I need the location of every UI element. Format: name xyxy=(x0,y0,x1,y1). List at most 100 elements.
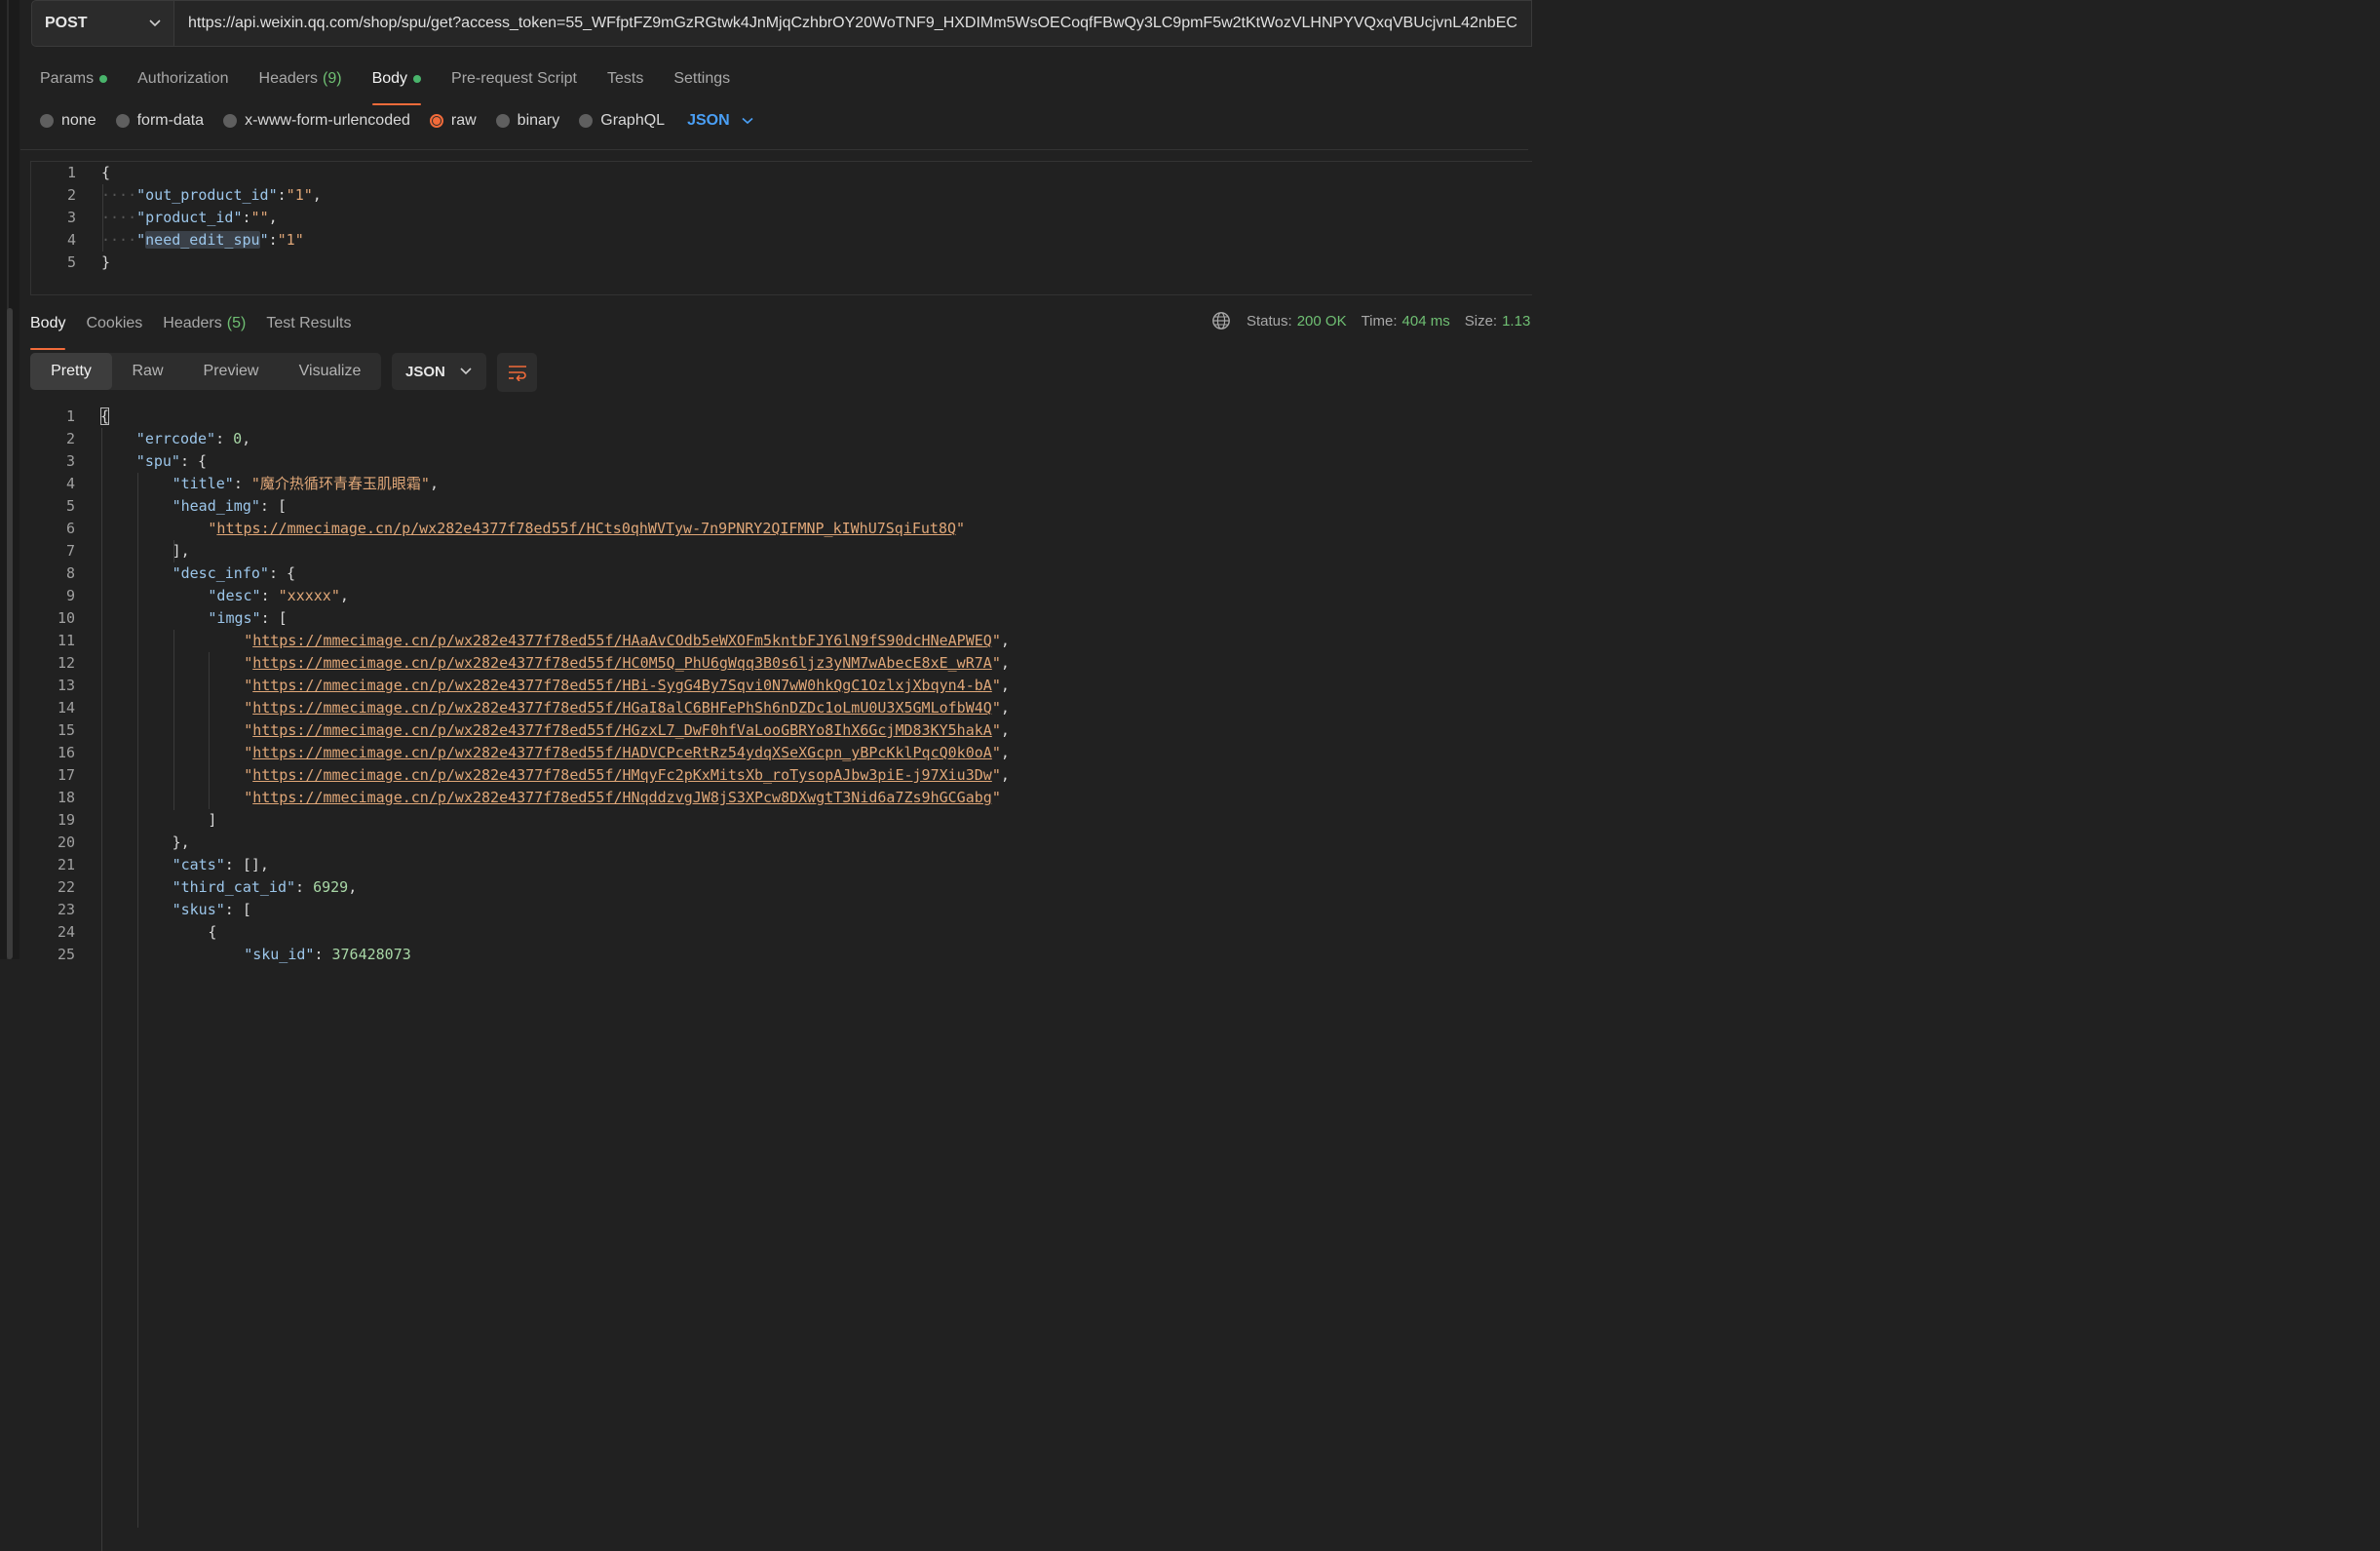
code-line: 1{ xyxy=(30,406,1528,428)
url-link[interactable]: https://mmecimage.cn/p/wx282e4377f78ed55… xyxy=(216,520,956,537)
code-line: 9 "desc": "xxxxx", xyxy=(30,585,1528,607)
radio-binary[interactable]: binary xyxy=(495,112,559,130)
json-key: out_product_id xyxy=(145,186,269,204)
line-number: 4 xyxy=(65,475,75,492)
view-mode-raw[interactable]: Raw xyxy=(112,353,183,390)
response-tab-test-results[interactable]: Test Results xyxy=(266,311,351,336)
body-language-label: JSON xyxy=(687,112,730,129)
json-punct: : [ xyxy=(259,497,287,515)
url-link[interactable]: https://mmecimage.cn/p/wx282e4377f78ed55… xyxy=(252,744,992,761)
line-number: 20 xyxy=(57,834,75,851)
json-key: "cats" xyxy=(172,856,225,873)
json-punct: : [ xyxy=(224,901,251,918)
code-text: ] xyxy=(208,809,216,832)
tab-label: Headers xyxy=(163,315,222,331)
url-link[interactable]: https://mmecimage.cn/p/wx282e4377f78ed55… xyxy=(252,766,992,784)
code-text: "https://mmecimage.cn/p/wx282e4377f78ed5… xyxy=(244,742,1010,764)
line-number: 11 xyxy=(57,632,75,649)
line-number: 1 xyxy=(65,407,75,425)
word-wrap-button[interactable] xyxy=(497,353,537,392)
radio-none[interactable]: none xyxy=(40,112,96,130)
url-link[interactable]: https://mmecimage.cn/p/wx282e4377f78ed55… xyxy=(252,699,992,717)
tab-headers[interactable]: Headers (9) xyxy=(259,66,342,92)
line-number: 18 xyxy=(57,789,75,806)
code-text: "sku_id": 376428073 xyxy=(244,944,411,966)
url-link[interactable]: https://mmecimage.cn/p/wx282e4377f78ed55… xyxy=(252,721,992,739)
request-body-editor[interactable]: 1{2 ····"out_product_id":"1", 3 ····"produc… xyxy=(30,161,1532,295)
code-line: 15 "https://mmecimage.cn/p/wx282e4377f78e… xyxy=(30,719,1528,742)
globe-icon[interactable] xyxy=(1211,311,1231,330)
radio-label: raw xyxy=(450,112,477,129)
tab-body[interactable]: Body xyxy=(371,66,422,105)
quote: " xyxy=(250,209,260,226)
indent-guide xyxy=(102,184,103,252)
body-language-select[interactable]: JSON xyxy=(687,112,753,130)
code-text: "https://mmecimage.cn/p/wx282e4377f78ed5… xyxy=(244,652,1010,675)
url-link[interactable]: https://mmecimage.cn/p/wx282e4377f78ed55… xyxy=(252,632,992,649)
json-value: 1 xyxy=(294,186,304,204)
json-punct: , xyxy=(1000,744,1010,761)
radio-circle[interactable] xyxy=(223,114,238,128)
response-tab-body[interactable]: Body xyxy=(30,311,66,350)
url-link[interactable]: https://mmecimage.cn/p/wx282e4377f78ed55… xyxy=(252,789,992,806)
code-line: 14 "https://mmecimage.cn/p/wx282e4377f78e… xyxy=(30,697,1528,719)
indent-guide xyxy=(173,630,174,810)
radio-circle[interactable] xyxy=(495,114,510,128)
radio-raw[interactable]: raw xyxy=(429,112,477,130)
json-string: " xyxy=(244,766,253,784)
code-line: 21 "cats": [], xyxy=(30,854,1528,876)
radio-circle[interactable] xyxy=(429,114,443,128)
tab-label: Pre-request Script xyxy=(451,70,577,87)
view-mode-preview[interactable]: Preview xyxy=(183,353,279,390)
radio-graphql[interactable]: GraphQL xyxy=(579,112,665,130)
tab-tests[interactable]: Tests xyxy=(607,66,643,92)
url-link[interactable]: https://mmecimage.cn/p/wx282e4377f78ed55… xyxy=(252,654,992,672)
line-number: 16 xyxy=(57,744,75,761)
json-key: "errcode" xyxy=(135,430,216,447)
response-tab-headers[interactable]: Headers (5) xyxy=(163,311,246,336)
view-mode-visualize[interactable]: Visualize xyxy=(279,353,381,390)
json-punct: : [ xyxy=(260,609,288,627)
line-number: 22 xyxy=(57,878,75,896)
code-line: 10 "imgs": [ xyxy=(30,607,1528,630)
code-punct: { xyxy=(101,164,111,181)
radio-form-data[interactable]: form-data xyxy=(115,112,204,130)
response-body-viewer[interactable]: 1{2 "errcode": 0, 3 "spu": {4 "title": "魔介热循… xyxy=(30,406,1528,1551)
url-text: https://api.weixin.qq.com/shop/spu/get?a… xyxy=(188,15,1517,31)
radio-circle[interactable] xyxy=(115,114,130,128)
radio-x-www-form-urlencoded[interactable]: x-www-form-urlencoded xyxy=(223,112,410,130)
view-mode-pretty[interactable]: Pretty xyxy=(30,353,112,390)
code-line: 6 "https://mmecimage.cn/p/wx282e4377f78ed… xyxy=(30,518,1528,540)
code-text: "https://mmecimage.cn/p/wx282e4377f78ed5… xyxy=(244,675,1010,697)
url-link[interactable]: https://mmecimage.cn/p/wx282e4377f78ed55… xyxy=(252,677,992,694)
json-string: " xyxy=(244,744,253,761)
code-line: 7], xyxy=(30,540,1528,562)
json-punct: { xyxy=(100,407,110,425)
response-format-select[interactable]: JSON xyxy=(392,353,486,390)
json-string: " xyxy=(991,766,1001,784)
url-input[interactable]: https://api.weixin.qq.com/shop/spu/get?a… xyxy=(174,0,1532,47)
line-number: 13 xyxy=(57,677,75,694)
scrollbar-thumb[interactable] xyxy=(7,308,13,959)
status-value: 200 OK xyxy=(1296,312,1347,330)
code-line: 2 "errcode": 0, xyxy=(30,428,1528,450)
line-number: 7 xyxy=(65,542,75,560)
response-tabs: Body Cookies Headers (5) Test Results xyxy=(30,311,351,350)
code-line: 22 "third_cat_id": 6929, xyxy=(30,876,1528,899)
tab-pre-request-script[interactable]: Pre-request Script xyxy=(451,66,577,92)
response-format-label: JSON xyxy=(405,363,445,380)
code-line: 12 "https://mmecimage.cn/p/wx282e4377f78e… xyxy=(30,652,1528,675)
json-punct: , xyxy=(348,878,358,896)
quote: " xyxy=(233,209,243,226)
response-tab-cookies[interactable]: Cookies xyxy=(86,311,142,336)
tab-authorization[interactable]: Authorization xyxy=(137,66,228,92)
tab-params[interactable]: Params xyxy=(40,66,108,92)
colon: : xyxy=(268,231,278,249)
json-punct: : xyxy=(233,475,251,492)
json-punct: , xyxy=(242,430,251,447)
radio-circle[interactable] xyxy=(579,114,594,128)
tab-settings[interactable]: Settings xyxy=(673,66,730,92)
request-workspace: POST https://api.weixin.qq.com/shop/spu/… xyxy=(20,0,1532,1551)
radio-circle[interactable] xyxy=(40,114,54,128)
method-select[interactable]: POST xyxy=(31,0,174,47)
